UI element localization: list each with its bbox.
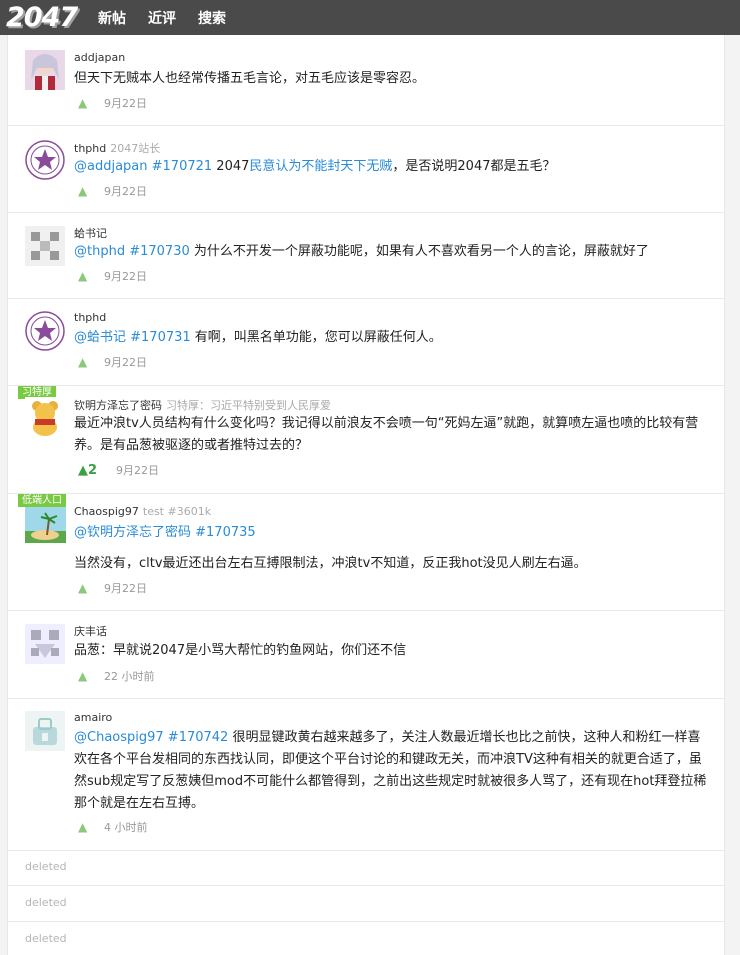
main-nav: 新帖 近评 搜索 xyxy=(98,8,248,28)
comment-text: 但天下无贼本人也经常传播五毛言论，对五毛应该是零容忍。 xyxy=(74,71,426,86)
timestamp: 9月22日 xyxy=(104,270,147,283)
author-title: 习特厚：习近平特别受到人民厚爱 xyxy=(166,399,331,412)
reply-link[interactable]: @蛤书记 #170731 xyxy=(74,330,191,345)
author-name[interactable]: 庆丰话 xyxy=(74,625,107,638)
upvote-count: 2 xyxy=(88,462,98,478)
comment-body: @Chaospig97 #170742 很明显键政黄右越来越多了，关注人数最近增… xyxy=(74,727,708,815)
timestamp: 4 小时前 xyxy=(104,821,148,834)
reply-link[interactable]: @thphd #170730 xyxy=(74,244,190,259)
upvote-icon[interactable]: ▲ xyxy=(78,269,104,283)
timestamp: 9月22日 xyxy=(104,582,147,595)
timestamp: 9月22日 xyxy=(116,464,159,477)
comment-meta: ▲ 9月22日 xyxy=(78,95,147,111)
author-title: test #3601k xyxy=(142,505,212,518)
comment: 庆丰话 品葱：早就说2047是小骂大帮忙的钓鱼网站，你们还不信 ▲ 22 小时前 xyxy=(8,610,724,699)
nav-new-posts[interactable]: 新帖 xyxy=(98,8,126,28)
upvote-icon[interactable]: ▲ xyxy=(78,184,104,198)
author-name[interactable]: 蛤书记 xyxy=(74,227,107,240)
logo-text: 2047 xyxy=(6,2,78,33)
comment: thphd @蛤书记 #170731 有啊，叫黑名单功能，您可以屏蔽任何人。 ▲… xyxy=(8,298,724,386)
reply-link[interactable]: @Chaospig97 #170742 xyxy=(74,730,228,745)
comment-body: 品葱：早就说2047是小骂大帮忙的钓鱼网站，你们还不信 xyxy=(74,640,708,662)
comment-body: 最近冲浪tv人员结构有什么变化吗？我记得以前浪友不会喷一句“死妈左逼”就跑，就算… xyxy=(74,413,708,457)
avatar[interactable] xyxy=(25,140,65,180)
upvote-icon[interactable]: ▲ xyxy=(78,581,104,595)
comment-text: 最近冲浪tv人员结构有什么变化吗？我记得以前浪友不会喷一句“死妈左逼”就跑，就算… xyxy=(74,416,699,453)
comment-meta: ▲ 9月22日 xyxy=(78,580,147,596)
upvote-icon[interactable]: ▲ xyxy=(78,96,104,110)
avatar[interactable] xyxy=(25,397,65,437)
comment-meta: ▲ 4 小时前 xyxy=(78,819,148,835)
comment: addjapan 但天下无贼本人也经常传播五毛言论，对五毛应该是零容忍。 ▲ 9… xyxy=(8,35,724,126)
reply-link[interactable]: @钦明方泽忘了密码 #170735 xyxy=(74,525,256,540)
comment-body: @thphd #170730 为什么不开发一个屏蔽功能呢，如果有人不喜欢看另一个… xyxy=(74,241,708,263)
reply-link[interactable]: @addjapan #170721 xyxy=(74,159,212,174)
comment-text: 品葱：早就说2047是小骂大帮忙的钓鱼网站，你们还不信 xyxy=(74,643,407,658)
comment-body: 但天下无贼本人也经常传播五毛言论，对五毛应该是零容忍。 xyxy=(74,68,708,90)
author-name[interactable]: thphd xyxy=(74,142,106,155)
nav-search[interactable]: 搜索 xyxy=(198,8,226,28)
upvote-icon[interactable]: ▲ xyxy=(78,355,104,369)
comment-body: @钦明方泽忘了密码 #170735 xyxy=(74,522,708,544)
comment-list: addjapan 但天下无贼本人也经常传播五毛言论，对五毛应该是零容忍。 ▲ 9… xyxy=(7,35,725,955)
author-title: 2047站长 xyxy=(110,142,161,155)
avatar[interactable] xyxy=(25,50,65,90)
comment-text: ，是否说明2047都是五毛？ xyxy=(392,159,556,174)
comment: thphd 2047站长 @addjapan #170721 2047民意认为不能… xyxy=(8,125,724,213)
comment-body: @addjapan #170721 2047民意认为不能封天下无贼，是否说明20… xyxy=(74,156,708,178)
comment-meta: ▲2 9月22日 xyxy=(78,462,159,478)
comment: 蛤书记 @thphd #170730 为什么不开发一个屏蔽功能呢，如果有人不喜欢… xyxy=(8,212,724,299)
timestamp: 22 小时前 xyxy=(104,670,155,683)
comment-text: 为什么不开发一个屏蔽功能呢，如果有人不喜欢看另一个人的言论，屏蔽就好了 xyxy=(189,244,649,259)
comment-text: 当然没有，cltv最近还出台左右互搏限制法，冲浪tv不知道，反正我hot没见人刷… xyxy=(74,556,587,571)
deleted-comment: deleted xyxy=(8,850,724,886)
avatar[interactable] xyxy=(25,624,65,664)
user-tag: 低端人口 xyxy=(18,494,66,507)
comment-text: 有啊，叫黑名单功能，您可以屏蔽任何人。 xyxy=(190,330,442,345)
avatar[interactable] xyxy=(25,507,66,543)
site-logo[interactable]: 2047 xyxy=(0,0,82,35)
comment: amairo @Chaospig97 #170742 很明显键政黄右越来越多了，… xyxy=(8,698,724,851)
deleted-comment: deleted xyxy=(8,922,724,955)
timestamp: 9月22日 xyxy=(104,97,147,110)
author-name[interactable]: thphd xyxy=(74,311,106,324)
avatar[interactable] xyxy=(25,226,65,266)
avatar[interactable] xyxy=(25,711,65,751)
upvote-icon[interactable]: ▲ xyxy=(78,820,104,834)
comment-meta: ▲ 22 小时前 xyxy=(78,668,155,684)
author-name[interactable]: 钦明方泽忘了密码 xyxy=(74,399,162,412)
timestamp: 9月22日 xyxy=(104,185,147,198)
author-name[interactable]: amairo xyxy=(74,711,112,724)
comment-meta: ▲ 9月22日 xyxy=(78,268,147,284)
author-name[interactable]: Chaospig97 xyxy=(74,505,139,518)
upvote-icon[interactable]: ▲ xyxy=(78,669,104,683)
comment: 习特厚 钦明方泽忘了密码 习特厚：习近平特别受到人民厚爱 最近冲浪tv人员结构有什… xyxy=(8,385,724,494)
comment-text: 2047 xyxy=(212,159,250,174)
comment: 低端人口 Chaospig97 test #3601k @钦明方泽忘了密码 #17… xyxy=(8,493,724,611)
comment-body-paragraph: 当然没有，cltv最近还出台左右互搏限制法，冲浪tv不知道，反正我hot没见人刷… xyxy=(74,553,708,575)
author-name[interactable]: addjapan xyxy=(74,51,125,64)
comment-meta: ▲ 9月22日 xyxy=(78,354,147,370)
top-bar: 2047 新帖 近评 搜索 xyxy=(0,0,740,35)
timestamp: 9月22日 xyxy=(104,356,147,369)
upvote-button[interactable]: ▲2 xyxy=(78,463,116,478)
avatar[interactable] xyxy=(25,311,65,351)
nav-recent-comments[interactable]: 近评 xyxy=(148,8,176,28)
comment-body: @蛤书记 #170731 有啊，叫黑名单功能，您可以屏蔽任何人。 xyxy=(74,327,708,349)
deleted-comment: deleted xyxy=(8,886,724,922)
comment-meta: ▲ 9月22日 xyxy=(78,183,147,199)
inline-link[interactable]: 民意认为不能封天下无贼 xyxy=(249,159,392,174)
